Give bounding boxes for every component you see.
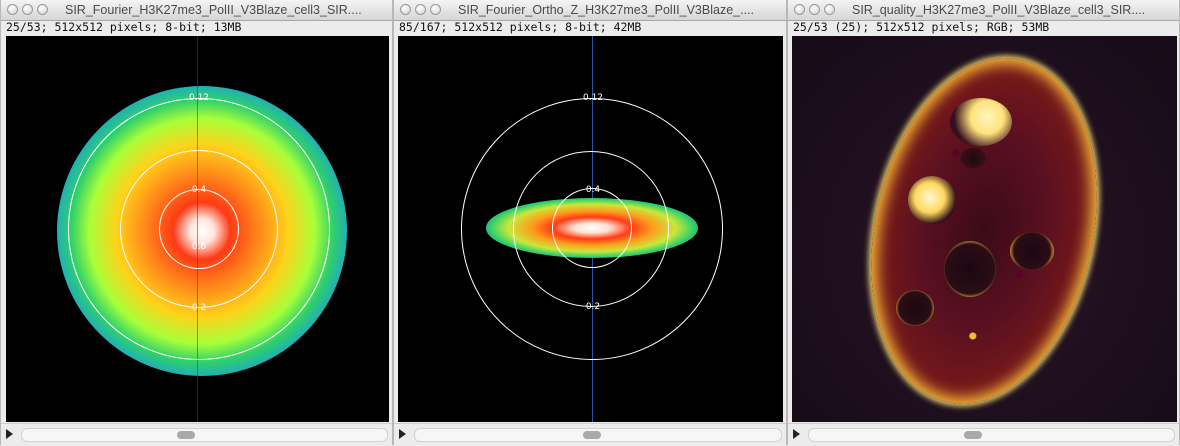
ring-label: 0.2 xyxy=(585,302,601,312)
ring-label: 0.12 xyxy=(188,93,210,103)
close-icon[interactable] xyxy=(794,4,805,15)
nucleolus xyxy=(960,148,986,168)
slider-track[interactable] xyxy=(21,428,388,442)
fourier-ortho-window[interactable]: SIR_Fourier_Ortho_Z_H3K27me3_PolII_V3Bla… xyxy=(393,0,787,446)
image-info: 85/167; 512x512 pixels; 8-bit; 42MB xyxy=(399,20,642,34)
ring-label: 0.12 xyxy=(582,93,604,103)
close-icon[interactable] xyxy=(7,4,18,15)
zoom-icon[interactable] xyxy=(824,4,835,15)
nucleolus xyxy=(950,98,1012,146)
quality-window[interactable]: SIR_quality_H3K27me3_PolII_V3Blaze_cell3… xyxy=(787,0,1180,446)
nucleolus xyxy=(944,241,996,297)
ring-label: 0.4 xyxy=(585,185,601,195)
play-icon[interactable] xyxy=(6,429,13,439)
minimize-icon[interactable] xyxy=(415,4,426,15)
stack-slider[interactable] xyxy=(394,423,786,446)
close-icon[interactable] xyxy=(400,4,411,15)
nucleus-image xyxy=(840,37,1128,422)
minimize-icon[interactable] xyxy=(809,4,820,15)
zoom-icon[interactable] xyxy=(430,4,441,15)
ring-label: 0.2 xyxy=(191,303,207,313)
stack-slider[interactable] xyxy=(1,423,392,446)
image-canvas[interactable]: 0.12 0.4 0.8 0.2 xyxy=(6,36,389,422)
stack-slider[interactable] xyxy=(788,423,1179,446)
slider-track[interactable] xyxy=(414,428,782,442)
nucleolus xyxy=(1010,232,1054,270)
play-icon[interactable] xyxy=(793,429,800,439)
resolution-ring xyxy=(552,188,632,268)
titlebar[interactable]: SIR_quality_H3K27me3_PolII_V3Blaze_cell3… xyxy=(788,0,1179,21)
image-info: 25/53 (25); 512x512 pixels; RGB; 53MB xyxy=(793,20,1050,34)
slider-thumb[interactable] xyxy=(583,431,601,439)
fourier-window[interactable]: SIR_Fourier_H3K27me3_PolII_V3Blaze_cell3… xyxy=(0,0,393,446)
window-title: SIR_Fourier_H3K27me3_PolII_V3Blaze_cell3… xyxy=(65,3,362,17)
image-info: 25/53; 512x512 pixels; 8-bit; 13MB xyxy=(6,20,242,34)
slider-thumb[interactable] xyxy=(177,431,195,439)
window-title: SIR_Fourier_Ortho_Z_H3K27me3_PolII_V3Bla… xyxy=(458,3,754,17)
zoom-icon[interactable] xyxy=(37,4,48,15)
titlebar[interactable]: SIR_Fourier_Ortho_Z_H3K27me3_PolII_V3Bla… xyxy=(394,0,786,21)
image-canvas[interactable] xyxy=(792,36,1177,422)
ring-label: 0.8 xyxy=(191,242,207,252)
titlebar[interactable]: SIR_Fourier_H3K27me3_PolII_V3Blaze_cell3… xyxy=(1,0,392,21)
nucleolus xyxy=(896,290,934,326)
minimize-icon[interactable] xyxy=(22,4,33,15)
image-canvas[interactable]: 0.12 0.4 0.2 xyxy=(398,36,783,422)
slider-thumb[interactable] xyxy=(964,431,982,439)
play-icon[interactable] xyxy=(399,429,406,439)
ring-label: 0.4 xyxy=(191,185,207,195)
window-title: SIR_quality_H3K27me3_PolII_V3Blaze_cell3… xyxy=(852,3,1146,17)
slider-track[interactable] xyxy=(808,428,1175,442)
resolution-ring xyxy=(159,189,239,269)
nucleolus xyxy=(908,176,956,224)
